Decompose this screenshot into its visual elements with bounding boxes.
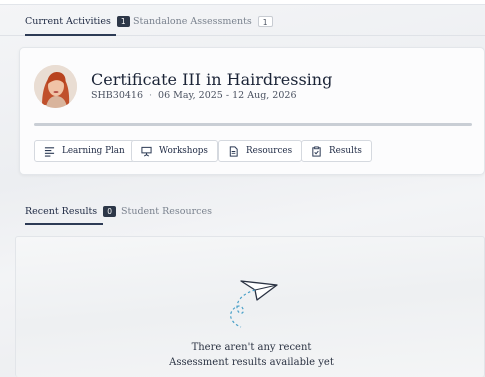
tab-standalone-assessments[interactable]: Standalone Assessments 1 [133,16,273,27]
button-label: Resources [246,146,293,156]
results-button[interactable]: Results [301,140,372,162]
button-label: Workshops [159,146,208,156]
active-tab-underline [25,223,103,225]
avatar [34,65,77,108]
button-label: Results [329,146,362,156]
course-progress-bar [34,123,472,126]
tab-current-activities[interactable]: Current Activities 1 [25,16,130,27]
learning-plan-button[interactable]: Learning Plan [34,140,135,162]
recent-results-panel: There aren't any recent Assessment resul… [15,236,485,377]
meta-separator: · [149,90,153,101]
results-tabs: Recent Results 0 Student Resources [0,200,485,226]
tab-label: Current Activities [25,16,111,27]
workshops-button[interactable]: Workshops [131,140,218,162]
tab-label: Student Resources [121,206,212,217]
list-icon [44,146,55,157]
empty-state-message: There aren't any recent Assessment resul… [169,342,334,368]
course-title: Certificate III in Hairdressing [91,70,333,89]
clipboard-check-icon [312,145,321,157]
document-icon [229,145,238,157]
course-card: Certificate III in Hairdressing SHB30416… [19,47,485,175]
tab-count-badge: 0 [103,206,116,217]
tab-count-badge: 1 [257,16,273,27]
presentation-icon [141,146,152,157]
button-label: Learning Plan [62,146,125,156]
resources-button[interactable]: Resources [218,140,303,162]
tab-label: Recent Results [25,206,98,217]
course-meta: SHB30416 · 06 May, 2025 - 12 Aug, 2026 [91,90,297,101]
tab-student-resources[interactable]: Student Resources [121,206,212,217]
tab-label: Standalone Assessments [133,16,252,27]
activity-tabs: Current Activities 1 Standalone Assessme… [0,10,485,36]
course-dates: 06 May, 2025 - 12 Aug, 2026 [158,90,297,101]
course-code: SHB30416 [91,90,143,101]
tab-count-badge: 1 [116,16,130,27]
tab-recent-results[interactable]: Recent Results 0 [25,206,116,217]
top-strip [0,0,485,5]
active-tab-underline [25,34,116,36]
paper-plane-icon [230,280,278,328]
